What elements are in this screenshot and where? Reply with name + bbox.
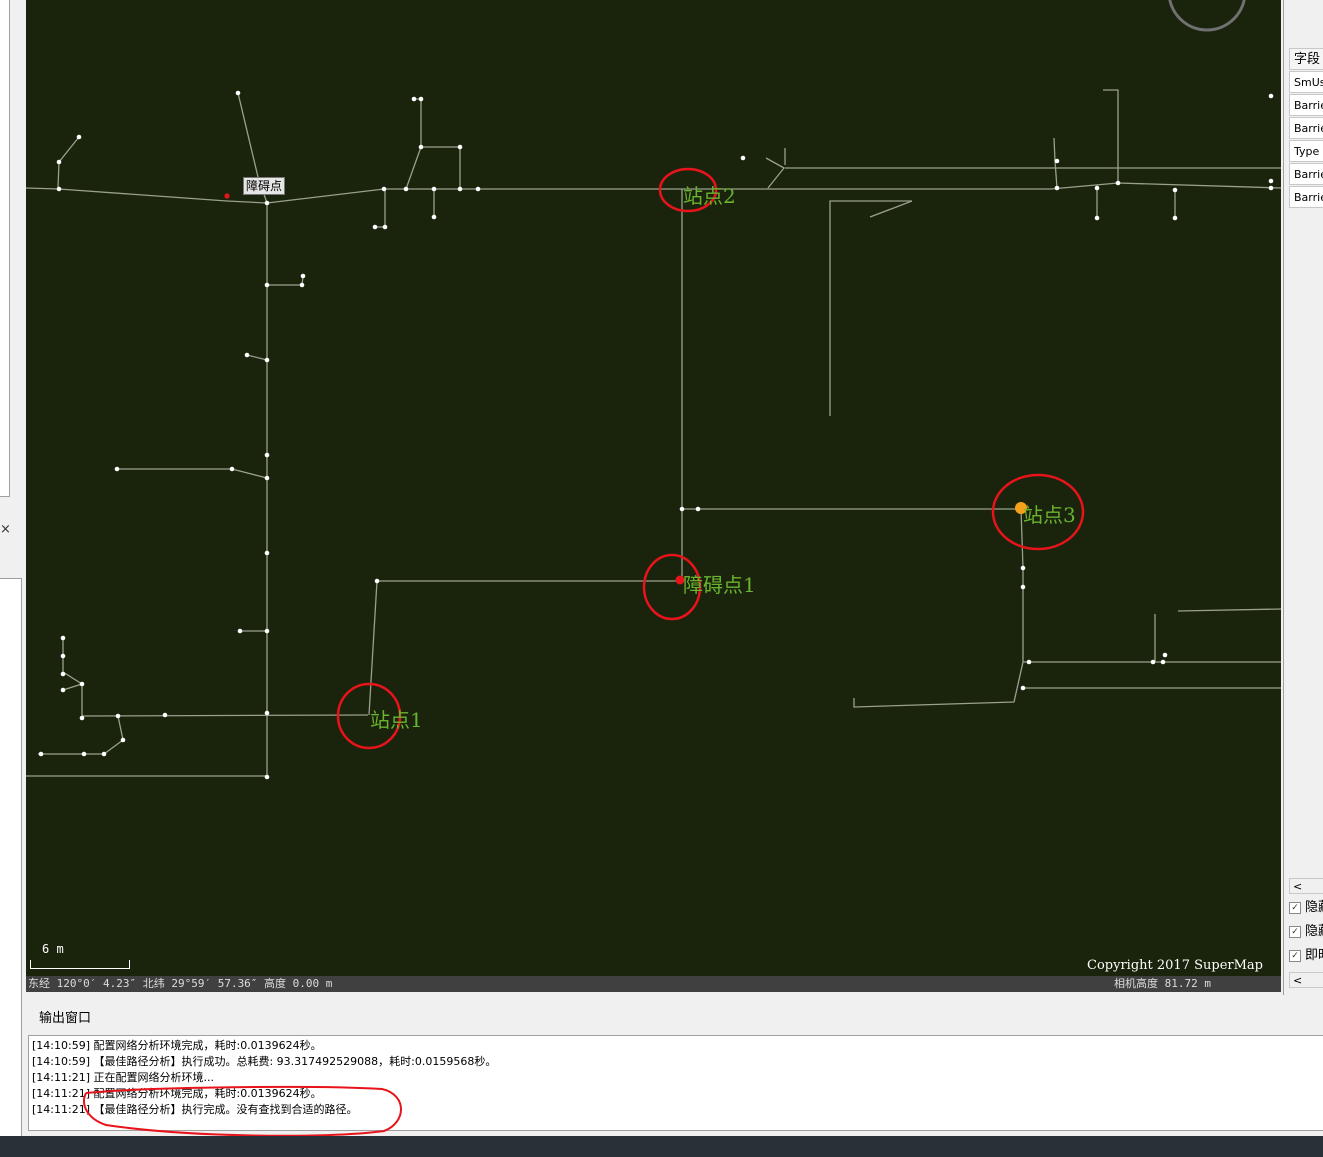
output-window: 输出窗口 [14:10:59] 配置网络分析环境完成，耗时:0.0139624秒… — [26, 995, 1323, 1137]
scroll-left-button-2[interactable]: < — [1289, 972, 1323, 988]
checkbox-label: 隐藏 — [1305, 924, 1323, 939]
field-row[interactable]: Barrie — [1289, 117, 1323, 139]
highlight-circles — [336, 167, 1085, 750]
scale-bar — [30, 960, 130, 969]
taskbar — [0, 1136, 1323, 1157]
station3-label: 站点3 — [1023, 503, 1076, 527]
road-network — [26, 89, 1281, 777]
copyright-text: Copyright 2017 SuperMap — [1087, 958, 1263, 973]
barrier-tooltip: 障碍点 — [243, 177, 286, 195]
coordinate-readout: 东经 120°0′ 4.23″ 北纬 29°59′ 57.36″ 高度 0.00… — [28, 977, 333, 990]
log-line: [14:11:21] 正在配置网络分析环境... — [32, 1071, 214, 1084]
barrier-point-marker[interactable] — [224, 193, 230, 199]
checkbox-label: 隐藏 — [1305, 900, 1323, 915]
field-row[interactable]: Barrie — [1289, 94, 1323, 116]
network-nodes — [38, 90, 1274, 780]
field-row[interactable]: Barrie — [1289, 163, 1323, 185]
scale-label: 6 m — [42, 942, 64, 956]
field-row[interactable]: SmUse — [1289, 71, 1323, 93]
camera-height-readout: 相机高度 81.72 m — [1114, 977, 1211, 990]
hide-checkbox-1[interactable]: ✓ 隐藏 — [1289, 898, 1323, 918]
log-line: [14:10:59] 配置网络分析环境完成，耗时:0.0139624秒。 — [32, 1039, 322, 1052]
log-line: [14:10:59] 【最佳路径分析】执行成功。总耗费: 93.31749252… — [32, 1055, 497, 1068]
attribute-panel: 字段 SmUse Barrie Barrie Type Barrie Barri… — [1283, 0, 1323, 995]
map-status-bar: 东经 120°0′ 4.23″ 北纬 29°59′ 57.36″ 高度 0.00… — [26, 976, 1281, 992]
station2-label: 站点2 — [683, 184, 736, 208]
checkbox-label: 即时 — [1305, 948, 1323, 963]
field-column-header[interactable]: 字段 — [1289, 48, 1323, 70]
field-row[interactable]: Type — [1289, 140, 1323, 162]
checkbox-icon[interactable]: ✓ — [1289, 949, 1301, 962]
close-icon[interactable]: × — [0, 522, 12, 538]
hide-checkbox-2[interactable]: ✓ 隐藏 — [1289, 922, 1323, 942]
network-canvas[interactable]: 站点2 站点3 障碍点1 站点1 — [26, 0, 1281, 976]
instant-checkbox[interactable]: ✓ 即时 — [1289, 946, 1323, 966]
output-window-title: 输出窗口 — [39, 1011, 92, 1026]
left-lower-pane — [0, 578, 22, 1137]
field-row[interactable]: Barrie — [1289, 186, 1323, 208]
navigation-compass-icon[interactable] — [1168, 0, 1246, 32]
checkbox-icon[interactable]: ✓ — [1289, 925, 1301, 938]
station1-label: 站点1 — [370, 708, 423, 732]
checkbox-icon[interactable]: ✓ — [1289, 901, 1301, 914]
left-upper-pane — [0, 0, 10, 497]
barrier1-label: 障碍点1 — [683, 573, 756, 597]
scroll-left-button[interactable]: < — [1289, 878, 1323, 894]
map-scene[interactable]: 站点2 站点3 障碍点1 站点1 障碍点 6 m Copyright 2017 … — [26, 0, 1281, 992]
left-panel: × — [0, 0, 26, 1137]
